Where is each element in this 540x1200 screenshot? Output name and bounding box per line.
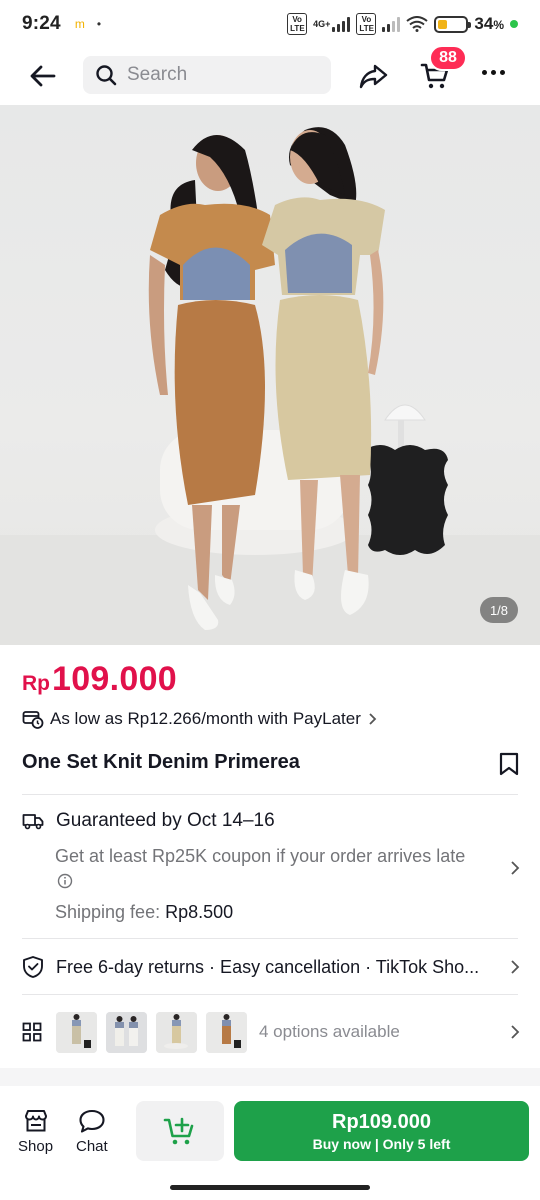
price-currency: Rp — [22, 672, 50, 695]
product-image[interactable]: 1/8 — [0, 105, 540, 645]
notification-icon: m — [74, 17, 85, 31]
shop-icon — [24, 1110, 47, 1132]
chevron-right-icon — [511, 861, 520, 875]
battery-percent: 34% — [474, 14, 504, 33]
chat-label: Chat — [76, 1138, 108, 1155]
bottom-action-bar: Shop Chat Rp109.000 Buy now | Only 5 lef… — [0, 1086, 540, 1200]
battery-icon — [434, 15, 472, 33]
more-icon[interactable] — [482, 70, 505, 75]
status-icons: Vo LTE 4G+ Vo LTE 34% — [287, 13, 518, 35]
chevron-right-icon — [511, 1025, 520, 1039]
option-thumbnail[interactable] — [106, 1011, 147, 1053]
divider — [22, 794, 518, 795]
buy-now-price: Rp109.000 — [332, 1110, 431, 1133]
options-label: 4 options available — [259, 1022, 400, 1041]
chevron-right-icon — [511, 960, 520, 974]
info-icon[interactable] — [57, 873, 73, 889]
signal-icon-2 — [382, 16, 401, 32]
bookmark-icon[interactable] — [499, 752, 519, 776]
image-counter: 1/8 — [480, 597, 518, 623]
add-to-cart-button[interactable] — [136, 1101, 224, 1161]
truck-icon — [22, 814, 44, 830]
signal-icon — [332, 16, 351, 32]
add-to-cart-icon — [163, 1117, 194, 1145]
option-thumbnail[interactable] — [56, 1011, 97, 1053]
price-amount: 109.000 — [52, 660, 178, 698]
shipping-fee-value: Rp8.500 — [165, 902, 234, 922]
volte-icon-2: Vo LTE — [356, 13, 377, 35]
option-thumbnails — [56, 1011, 247, 1053]
network-type: 4G+ — [313, 19, 331, 29]
status-time: 9:24 — [22, 13, 61, 34]
divider — [22, 938, 518, 939]
paylater-text: As low as Rp12.266/month with PayLater — [50, 709, 361, 728]
divider — [22, 994, 518, 995]
search-icon — [96, 65, 117, 86]
cart-badge: 88 — [429, 45, 467, 71]
paylater-icon — [22, 711, 44, 729]
options-row[interactable]: 4 options available — [22, 1010, 522, 1054]
delivery-guarantee: Guaranteed by Oct 14–16 — [56, 810, 275, 831]
product-price: Rp 109.000 — [22, 660, 177, 699]
chat-button[interactable]: Chat — [76, 1108, 108, 1155]
notification-dot-icon: • — [96, 17, 102, 31]
option-thumbnail[interactable] — [206, 1011, 247, 1053]
volte-icon: Vo LTE — [287, 13, 308, 35]
charging-dot-icon — [510, 20, 518, 28]
top-nav: Search 88 — [0, 45, 540, 104]
buy-now-subtext: Buy now | Only 5 left — [312, 1135, 451, 1152]
option-thumbnail[interactable] — [156, 1011, 197, 1053]
product-title: One Set Knit Denim Primerea — [22, 751, 300, 773]
returns-text: Free 6-day returns · Easy cancellation ·… — [56, 956, 480, 977]
coupon-note: Get at least Rp25K coupon if your order … — [55, 844, 475, 894]
shop-button[interactable]: Shop — [18, 1108, 53, 1155]
buy-now-button[interactable]: Rp109.000 Buy now | Only 5 left — [234, 1101, 529, 1161]
home-indicator[interactable] — [170, 1185, 370, 1190]
chat-icon — [79, 1109, 105, 1133]
grid-icon — [22, 1022, 42, 1042]
product-photo — [0, 127, 540, 645]
shield-icon — [23, 956, 43, 978]
shipping-fee: Shipping fee: Rp8.500 — [55, 902, 234, 922]
returns-row[interactable]: Free 6-day returns · Easy cancellation ·… — [22, 955, 522, 979]
search-input[interactable]: Search — [83, 56, 331, 94]
paylater-link[interactable]: As low as Rp12.266/month with PayLater — [22, 709, 383, 729]
back-arrow-icon[interactable] — [28, 62, 58, 90]
chevron-right-icon — [369, 713, 377, 725]
status-bar: 9:24 m • Vo LTE 4G+ Vo LTE 34% — [0, 0, 540, 48]
wifi-icon — [406, 16, 429, 32]
share-icon[interactable] — [359, 62, 389, 90]
section-divider — [0, 1068, 540, 1086]
shipping-section[interactable]: Guaranteed by Oct 14–16 Get at least Rp2… — [22, 810, 522, 923]
search-placeholder: Search — [127, 64, 188, 85]
shop-label: Shop — [18, 1138, 54, 1155]
